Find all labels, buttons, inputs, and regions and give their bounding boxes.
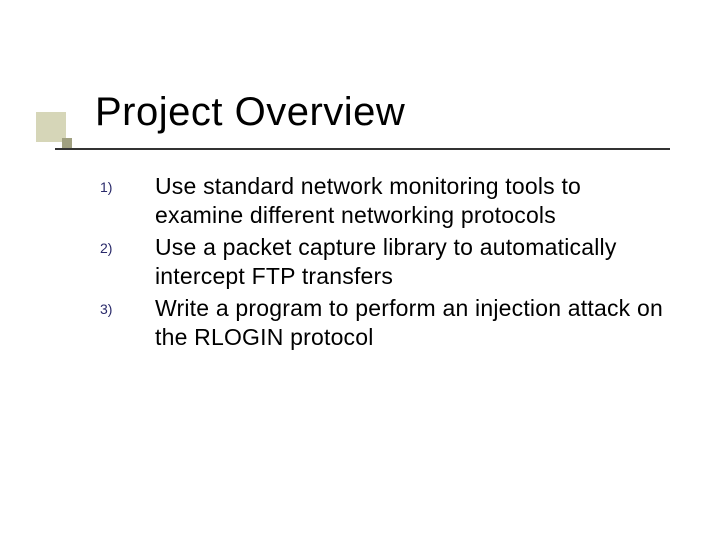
list-item: 3) Write a program to perform an injecti… [100,294,670,353]
item-text: Write a program to perform an injection … [155,294,670,353]
item-text: Use a packet capture library to automati… [155,233,670,292]
slide-title: Project Overview [55,90,680,135]
slide-container: Project Overview 1) Use standard network… [0,0,720,540]
item-text: Use standard network monitoring tools to… [155,172,670,231]
decoration-square-small [62,138,72,148]
title-underline [55,148,670,150]
title-area: Project Overview [55,90,680,135]
item-number: 1) [100,172,155,195]
item-number: 2) [100,233,155,256]
item-number: 3) [100,294,155,317]
content-area: 1) Use standard network monitoring tools… [100,172,670,355]
list-item: 2) Use a packet capture library to autom… [100,233,670,292]
list-item: 1) Use standard network monitoring tools… [100,172,670,231]
